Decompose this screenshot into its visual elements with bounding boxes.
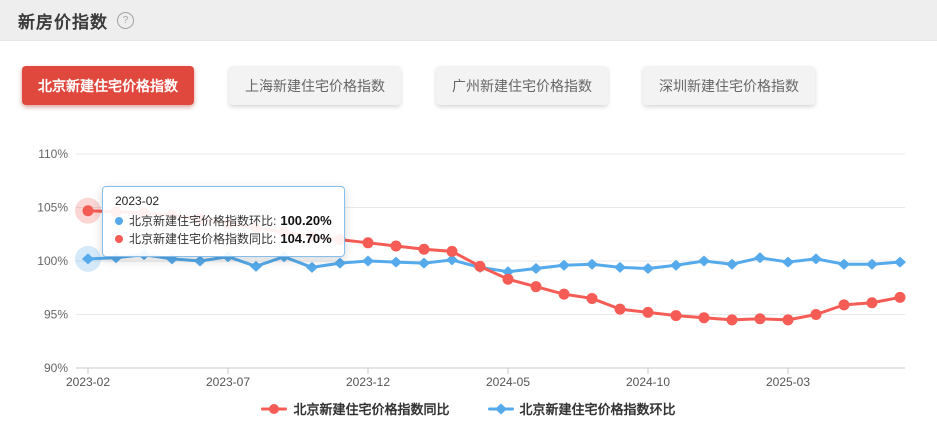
- tooltip-yoy-value: 104.70%: [280, 231, 332, 246]
- svg-text:2025-03: 2025-03: [766, 375, 810, 389]
- tab-beijing-index[interactable]: 北京新建住宅价格指数: [22, 66, 194, 105]
- svg-text:105%: 105%: [37, 201, 68, 215]
- yoy-series-dot-icon: [115, 235, 123, 243]
- tooltip-mom-value: 100.20%: [280, 213, 332, 228]
- svg-text:2023-02: 2023-02: [66, 375, 110, 389]
- svg-text:2024-10: 2024-10: [626, 375, 670, 389]
- tab-shenzhen-index[interactable]: 深圳新建住宅价格指数: [643, 66, 815, 105]
- chart-legend: 北京新建住宅价格指数同比 北京新建住宅价格指数环比: [0, 399, 937, 418]
- svg-text:2023-12: 2023-12: [346, 375, 390, 389]
- svg-text:100%: 100%: [37, 254, 68, 268]
- svg-text:90%: 90%: [44, 361, 68, 375]
- city-index-tabs: 北京新建住宅价格指数 上海新建住宅价格指数 广州新建住宅价格指数 深圳新建住宅价…: [22, 66, 815, 105]
- chart-tooltip: 2023-02 北京新建住宅价格指数环比: 100.20% 北京新建住宅价格指数…: [102, 186, 345, 257]
- tooltip-row-yoy: 北京新建住宅价格指数同比: 104.70%: [115, 230, 332, 248]
- legend-item-mom[interactable]: 北京新建住宅价格指数环比: [487, 399, 676, 418]
- mom-series-dot-icon: [115, 217, 123, 225]
- tooltip-date: 2023-02: [115, 194, 160, 208]
- yoy-line-circle-marker-icon: [261, 403, 288, 415]
- tooltip-row-mom: 北京新建住宅价格指数环比: 100.20%: [115, 212, 332, 230]
- svg-text:95%: 95%: [44, 308, 68, 322]
- tab-shanghai-index[interactable]: 上海新建住宅价格指数: [229, 66, 401, 105]
- legend-item-yoy[interactable]: 北京新建住宅价格指数同比: [261, 399, 450, 418]
- tab-guangzhou-index[interactable]: 广州新建住宅价格指数: [436, 66, 608, 105]
- svg-text:2023-07: 2023-07: [206, 375, 250, 389]
- tooltip-yoy-label: 北京新建住宅价格指数同比:: [129, 232, 277, 246]
- mom-line-diamond-marker-icon: [487, 403, 514, 415]
- svg-text:2024-05: 2024-05: [486, 375, 530, 389]
- legend-yoy-label: 北京新建住宅价格指数同比: [293, 402, 450, 417]
- legend-mom-label: 北京新建住宅价格指数环比: [519, 402, 676, 417]
- svg-text:110%: 110%: [38, 147, 68, 161]
- tooltip-mom-label: 北京新建住宅价格指数环比:: [129, 214, 277, 228]
